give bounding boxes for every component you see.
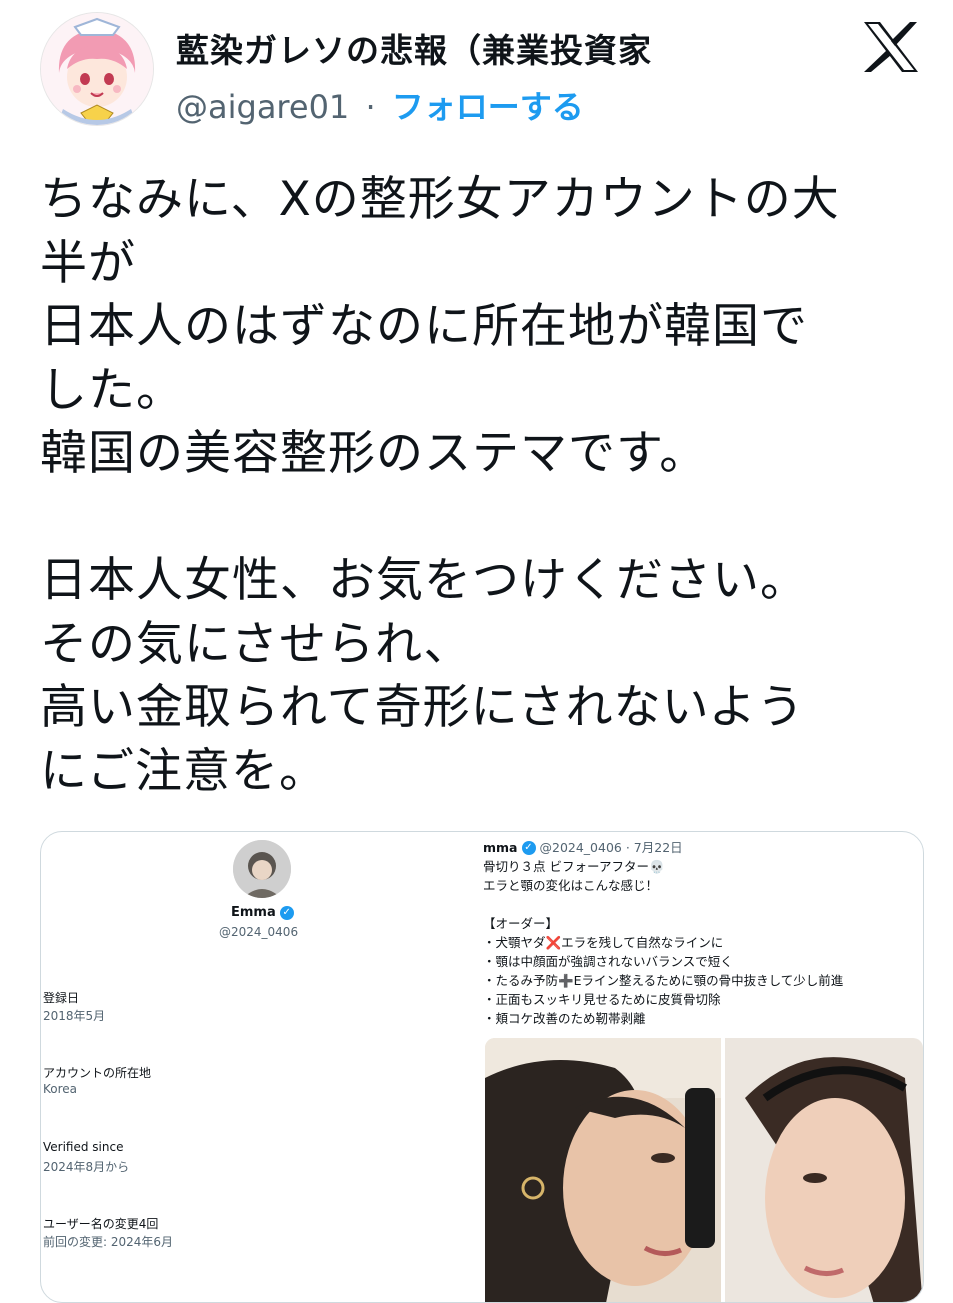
emma-avatar xyxy=(233,840,291,898)
registered-value: 2018年5月 xyxy=(43,1009,106,1023)
embedded-post-line: 骨切り３点 ビフォーアフター💀 xyxy=(483,859,665,874)
embedded-post-meta: @2024_0406 · 7月22日 xyxy=(539,840,683,855)
username-change-label: ユーザー名の変更4回 xyxy=(43,1217,159,1231)
anime-girl-avatar-icon xyxy=(41,13,153,125)
location-label: アカウントの所在地 xyxy=(43,1066,152,1080)
separator-dot: · xyxy=(365,88,376,126)
embedded-image-card[interactable]: Emma ✓ @2024_0406 登録日 2018年5月 アカウントの所在地 … xyxy=(40,831,924,1303)
author-handle[interactable]: @aigare01 xyxy=(176,88,349,126)
before-photo xyxy=(485,1038,721,1302)
tweet-text: ちなみに、Xの整形女アカウントの大 半が 日本人のはずなのに所在地が韓国で した… xyxy=(40,172,840,799)
author-avatar[interactable] xyxy=(40,12,154,126)
face-photo-icon xyxy=(485,1038,721,1302)
follow-button[interactable]: フォローする xyxy=(392,88,584,126)
emma-handle: @2024_0406 xyxy=(219,925,299,939)
embedded-post-name: mma xyxy=(483,840,518,855)
after-photo xyxy=(725,1038,923,1302)
embedded-post: mma ✓ @2024_0406 · 7月22日 骨切り３点 ビフォーアフター💀… xyxy=(483,838,923,1028)
embedded-post-header: mma ✓ @2024_0406 · 7月22日 xyxy=(483,838,923,857)
verified-since-label: Verified since xyxy=(43,1140,124,1154)
embedded-post-line: エラと顎の変化はこんな感じ！ xyxy=(483,878,659,893)
verified-badge-icon: ✓ xyxy=(279,905,294,920)
emma-display-name: Emma ✓ xyxy=(231,905,294,920)
x-logo-icon[interactable] xyxy=(862,20,920,74)
order-item: ・顎は中顔面が強調されないバランスで短く xyxy=(483,954,733,969)
verified-badge-icon: ✓ xyxy=(521,840,536,855)
author-display-name[interactable]: 藍染ガレソの悲報（兼業投資家 xyxy=(176,24,736,72)
face-photo-icon xyxy=(725,1038,923,1302)
username-change-value: 前回の変更: 2024年6月 xyxy=(43,1235,174,1249)
profile-photo-icon xyxy=(233,840,291,898)
verified-since-value: 2024年8月から xyxy=(43,1160,130,1174)
order-item: ・たるみ予防➕Eライン整えるために顎の骨中抜きして少し前進 xyxy=(483,973,844,988)
author-handle-row: @aigare01 · フォローする xyxy=(176,82,584,128)
order-item: ・頬コケ改善のため靭帯剥離 xyxy=(483,1011,646,1026)
registered-label: 登録日 xyxy=(43,991,80,1005)
order-item: ・正面もスッキリ見せるために皮質骨切除 xyxy=(483,992,721,1007)
location-value: Korea xyxy=(43,1082,78,1096)
order-header: 【オーダー】 xyxy=(483,916,559,931)
order-item: ・犬顎ヤダ❌エラを残して自然なラインに xyxy=(483,935,724,950)
